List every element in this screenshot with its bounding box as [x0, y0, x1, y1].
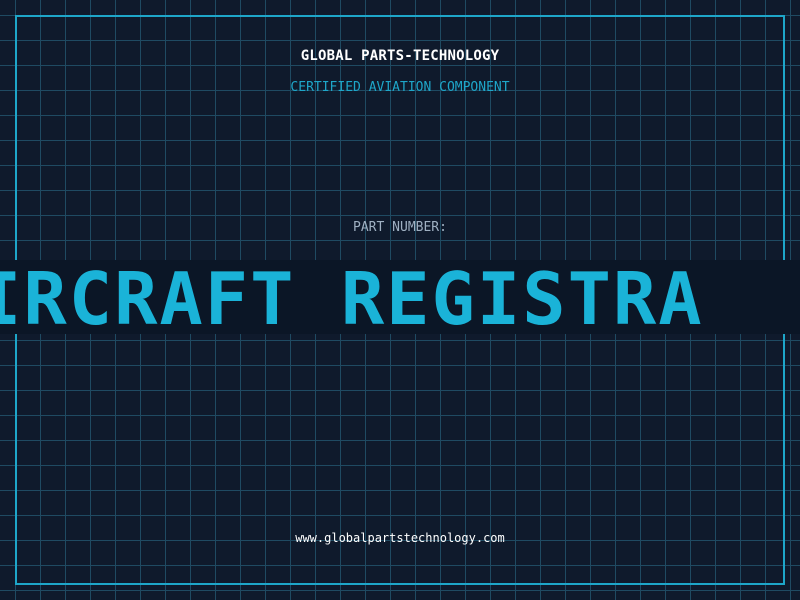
part-number-label: PART NUMBER: [353, 220, 447, 235]
part-label-canvas: GLOBAL PARTS-TECHNOLOGY CERTIFIED AVIATI… [0, 0, 800, 600]
part-number-value: Y AIRCRAFT REGISTRA [0, 260, 704, 334]
part-number-band: Y AIRCRAFT REGISTRA [0, 260, 800, 334]
certification-subtitle: CERTIFIED AVIATION COMPONENT [290, 80, 510, 95]
company-name: GLOBAL PARTS-TECHNOLOGY [300, 48, 500, 64]
website-url: www.globalpartstechnology.com [295, 531, 505, 545]
